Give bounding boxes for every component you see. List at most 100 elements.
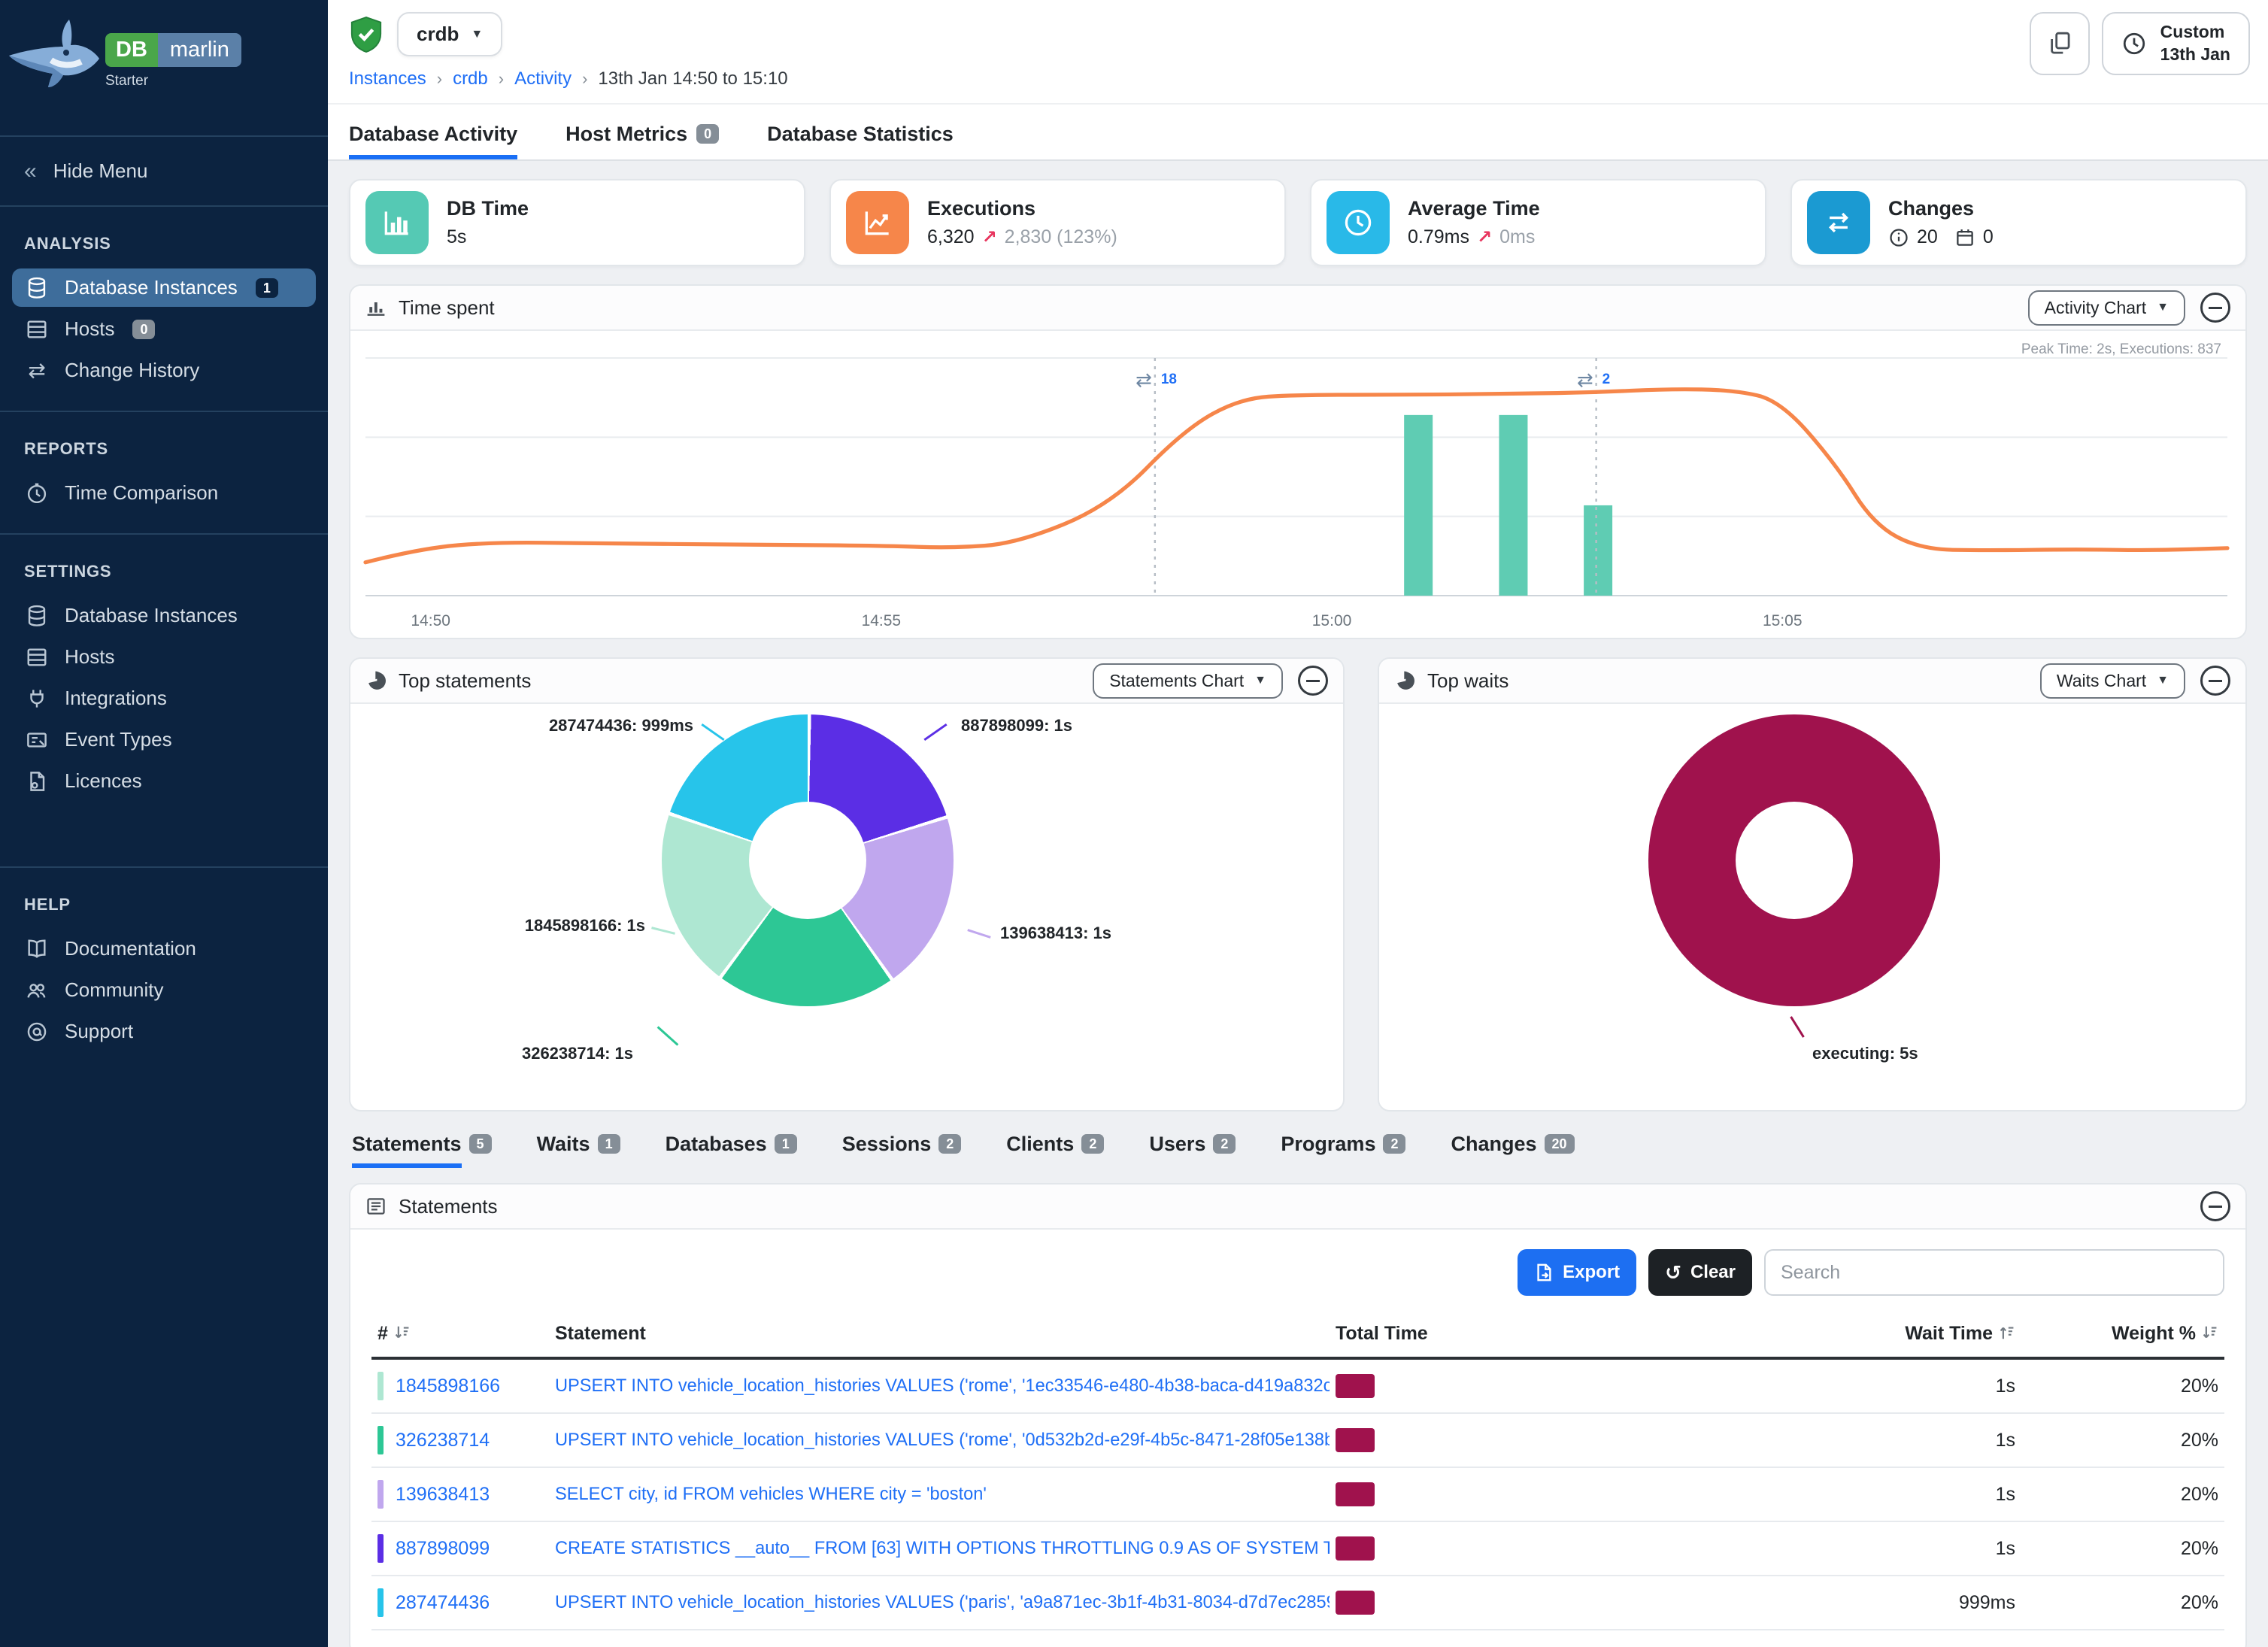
collapse-panel-button[interactable] xyxy=(2200,666,2230,696)
topbar: crdb ▼ Custom 13th Jan xyxy=(328,0,2268,161)
chevron-down-icon: ▼ xyxy=(2157,674,2169,687)
donut-label: 287474436: 999ms xyxy=(495,716,693,736)
card-executions[interactable]: Executions 6,320 ↗ 2,830 (123%) xyxy=(829,179,1286,266)
count-badge: 0 xyxy=(132,320,155,339)
donut-hole xyxy=(1736,802,1853,919)
card-value: 0.79ms xyxy=(1408,226,1469,248)
database-icon xyxy=(24,277,50,299)
statement-id-link[interactable]: 287474436 xyxy=(396,1592,490,1614)
tab-programs[interactable]: Programs2 xyxy=(1281,1133,1405,1168)
logo[interactable]: DBmarlin Starter xyxy=(0,0,328,135)
sidebar-item-integrations[interactable]: Integrations xyxy=(12,679,316,717)
count-badge: 5 xyxy=(469,1134,492,1154)
waits-chart-select[interactable]: Waits Chart▼ xyxy=(2040,663,2185,699)
collapse-panel-button[interactable] xyxy=(1298,666,1328,696)
card-db-time[interactable]: DB Time 5s xyxy=(349,179,805,266)
tab-database-activity[interactable]: Database Activity xyxy=(349,123,517,159)
clear-button[interactable]: ↺ Clear xyxy=(1648,1249,1752,1296)
tab-host-metrics[interactable]: Host Metrics0 xyxy=(565,123,719,159)
svg-text:⇄: ⇄ xyxy=(1577,369,1593,391)
sidebar-item-community[interactable]: Community xyxy=(12,971,316,1009)
weight-value: 20% xyxy=(2021,1576,2224,1630)
weight-value: 20% xyxy=(2021,1413,2224,1467)
statements-chart-select[interactable]: Statements Chart▼ xyxy=(1093,663,1283,699)
statement-sql-link[interactable]: UPSERT INTO vehicle_location_histories V… xyxy=(555,1430,1330,1450)
tab-sessions[interactable]: Sessions2 xyxy=(842,1133,962,1168)
col-header-wait-time[interactable]: Wait Time xyxy=(1668,1314,2021,1358)
tab-database-statistics[interactable]: Database Statistics xyxy=(767,123,954,159)
sidebar-item-support[interactable]: Support xyxy=(12,1012,316,1051)
sidebar-item-settings-database-instances[interactable]: Database Instances xyxy=(12,596,316,635)
statement-sql-link[interactable]: CREATE STATISTICS __auto__ FROM [63] WIT… xyxy=(555,1539,1330,1558)
chart-select-label: Statements Chart xyxy=(1109,671,1244,691)
sidebar-item-documentation[interactable]: Documentation xyxy=(12,930,316,968)
col-header-weight[interactable]: Weight % xyxy=(2021,1314,2224,1358)
donut-row: Top statements Statements Chart▼ xyxy=(349,639,2247,1112)
breadcrumb-instances[interactable]: Instances xyxy=(349,68,426,89)
statement-id-link[interactable]: 326238714 xyxy=(396,1430,490,1451)
statements-table: # Statement Total Time Wait Time Weight … xyxy=(371,1314,2224,1630)
sidebar-item-time-comparison[interactable]: Time Comparison xyxy=(12,474,316,512)
changes-event-count: 0 xyxy=(1983,226,1994,248)
statement-id-link[interactable]: 887898099 xyxy=(396,1538,490,1560)
copy-link-button[interactable] xyxy=(2030,12,2090,75)
waits-donut[interactable] xyxy=(1648,714,1940,1006)
breadcrumb: Instances › crdb › Activity › 13th Jan 1… xyxy=(328,64,2268,105)
card-title: Executions xyxy=(927,197,1117,220)
collapse-panel-button[interactable] xyxy=(2200,1191,2230,1221)
server-icon xyxy=(24,318,50,341)
sidebar-item-licences[interactable]: Licences xyxy=(12,762,316,800)
statement-id-link[interactable]: 1845898166 xyxy=(396,1376,500,1397)
swap-arrows-icon xyxy=(1807,191,1870,254)
statement-sql-link[interactable]: UPSERT INTO vehicle_location_histories V… xyxy=(555,1376,1330,1396)
tab-clients[interactable]: Clients2 xyxy=(1006,1133,1104,1168)
statement-sql-link[interactable]: SELECT city, id FROM vehicles WHERE city… xyxy=(555,1485,987,1504)
breadcrumb-crdb[interactable]: crdb xyxy=(453,68,488,89)
card-title: Average Time xyxy=(1408,197,1540,220)
sidebar-item-change-history[interactable]: ⇄ Change History xyxy=(12,351,316,390)
card-changes[interactable]: Changes 20 0 xyxy=(1790,179,2247,266)
copy-icon xyxy=(2045,29,2074,58)
trend-up-icon: ↗ xyxy=(982,226,997,248)
collapse-panel-button[interactable] xyxy=(2200,293,2230,323)
sidebar-item-database-instances[interactable]: Database Instances 1 xyxy=(12,268,316,307)
time-spent-svg[interactable]: ⇄18⇄214:5014:5515:0015:05 xyxy=(359,334,2236,635)
sidebar-item-hosts[interactable]: Hosts 0 xyxy=(12,310,316,348)
instance-selector-button[interactable]: crdb ▼ xyxy=(397,12,502,56)
leader-line xyxy=(651,927,675,935)
export-button[interactable]: Export xyxy=(1518,1249,1636,1296)
search-input[interactable] xyxy=(1764,1249,2224,1296)
sidebar-item-event-types[interactable]: Event Types xyxy=(12,720,316,759)
sidebar: DBmarlin Starter « Hide Menu ANALYSIS Da… xyxy=(0,0,328,1647)
activity-chart-select[interactable]: Activity Chart▼ xyxy=(2028,290,2185,326)
tab-databases[interactable]: Databases1 xyxy=(666,1133,797,1168)
sidebar-item-label: Licences xyxy=(65,769,142,793)
tab-changes[interactable]: Changes20 xyxy=(1451,1133,1574,1168)
statement-sql-link[interactable]: UPSERT INTO vehicle_location_histories V… xyxy=(555,1593,1330,1612)
sidebar-item-settings-hosts[interactable]: Hosts xyxy=(12,638,316,676)
statement-id-link[interactable]: 139638413 xyxy=(396,1484,490,1506)
chevron-down-icon: ▼ xyxy=(471,28,483,41)
plug-icon xyxy=(24,687,50,710)
svg-text:15:00: 15:00 xyxy=(1312,612,1352,629)
count-badge: 2 xyxy=(1081,1134,1104,1154)
panel-title: Time spent xyxy=(399,296,495,320)
col-header-total-time[interactable]: Total Time xyxy=(1330,1314,1668,1358)
sidebar-section-reports: REPORTS Time Comparison xyxy=(0,412,328,533)
statements-donut[interactable] xyxy=(662,714,954,1006)
metric-cards: DB Time 5s Executions 6,320 ↗ 2,830 (123… xyxy=(349,179,2247,266)
tab-statements[interactable]: Statements5 xyxy=(352,1133,492,1168)
hide-menu-button[interactable]: « Hide Menu xyxy=(0,137,328,205)
wait-time-value: 1s xyxy=(1668,1467,2021,1521)
card-average-time[interactable]: Average Time 0.79ms ↗ 0ms xyxy=(1310,179,1766,266)
clear-label: Clear xyxy=(1690,1262,1736,1283)
time-range-button[interactable]: Custom 13th Jan xyxy=(2102,12,2250,75)
tab-users[interactable]: Users2 xyxy=(1149,1133,1236,1168)
col-header-statement[interactable]: Statement xyxy=(549,1314,1330,1358)
col-header-id[interactable]: # xyxy=(371,1314,549,1358)
breadcrumb-activity[interactable]: Activity xyxy=(514,68,572,89)
leader-line xyxy=(1790,1016,1805,1038)
statement-color-chip xyxy=(377,1480,384,1509)
sort-up-icon xyxy=(1999,1324,2015,1341)
tab-waits[interactable]: Waits1 xyxy=(537,1133,620,1168)
